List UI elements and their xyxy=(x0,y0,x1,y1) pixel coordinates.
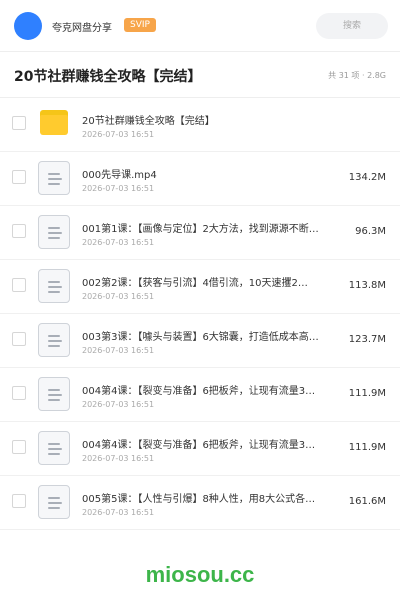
file-date: 2026-07-03 16:51 xyxy=(82,184,155,193)
row-checkbox[interactable] xyxy=(12,440,26,454)
document-icon xyxy=(38,323,70,357)
list-item[interactable]: 20节社群赚钱全攻略【完结】 2026-07-03 16:51 xyxy=(0,98,400,152)
file-size: 161.6M xyxy=(348,496,386,507)
file-size: 113.8M xyxy=(348,280,386,291)
list-item[interactable]: 002第2课：【获客与引流】4借引流，10天速攫2… 2026-07-03 16… xyxy=(0,260,400,314)
document-icon xyxy=(38,377,70,411)
file-date: 2026-07-03 16:51 xyxy=(82,346,155,355)
file-date: 2026-07-03 16:51 xyxy=(82,238,155,247)
row-checkbox[interactable] xyxy=(12,170,26,184)
brand-name: 夸克网盘分享 xyxy=(52,23,112,34)
file-name: 003第3课：【噱头与装置】6大锦囊，打造低成本高… xyxy=(82,332,319,343)
folder-header: 20节社群赚钱全攻略【完结】 共 31 项 · 2.8G xyxy=(0,52,400,98)
document-icon xyxy=(38,215,70,249)
list-item[interactable]: 000先导课.mp4 2026-07-03 16:51 134.2M xyxy=(0,152,400,206)
file-size: 111.9M xyxy=(348,388,386,399)
list-item[interactable]: 003第3课：【噱头与装置】6大锦囊，打造低成本高… 2026-07-03 16… xyxy=(0,314,400,368)
list-item[interactable]: 001第1课：【画像与定位】2大方法，找到源源不断… 2026-07-03 16… xyxy=(0,206,400,260)
file-name: 20节社群赚钱全攻略【完结】 xyxy=(82,116,215,127)
file-date: 2026-07-03 16:51 xyxy=(82,292,155,301)
svip-badge: SVIP xyxy=(124,18,156,32)
file-name: 001第1课：【画像与定位】2大方法，找到源源不断… xyxy=(82,224,319,235)
file-list: 20节社群赚钱全攻略【完结】 2026-07-03 16:51 000先导课.m… xyxy=(0,98,400,530)
row-checkbox[interactable] xyxy=(12,386,26,400)
file-size: 111.9M xyxy=(348,442,386,453)
file-size: 134.2M xyxy=(348,172,386,183)
avatar[interactable] xyxy=(14,12,42,40)
file-name: 002第2课：【获客与引流】4借引流，10天速攫2… xyxy=(82,278,308,289)
file-name: 004第4课：【裂变与准备】6把板斧，让现有流量3… xyxy=(82,440,316,451)
row-checkbox[interactable] xyxy=(12,494,26,508)
file-name: 000先导课.mp4 xyxy=(82,170,157,181)
row-checkbox[interactable] xyxy=(12,278,26,292)
file-date: 2026-07-03 16:51 xyxy=(82,400,155,409)
row-checkbox[interactable] xyxy=(12,332,26,346)
watermark-text: miosou.cc xyxy=(145,562,255,587)
document-icon xyxy=(38,431,70,465)
file-size: 96.3M xyxy=(355,226,386,237)
list-item[interactable]: 004第4课：【裂变与准备】6把板斧，让现有流量3… 2026-07-03 16… xyxy=(0,368,400,422)
list-item[interactable]: 005第5课：【人性与引爆】8种人性，用8大公式各… 2026-07-03 16… xyxy=(0,476,400,530)
file-date: 2026-07-03 16:51 xyxy=(82,508,155,517)
file-name: 005第5课：【人性与引爆】8种人性，用8大公式各… xyxy=(82,494,316,505)
document-icon xyxy=(38,161,70,195)
folder-icon xyxy=(38,107,70,141)
search-input[interactable]: 搜索 xyxy=(316,13,388,39)
item-summary: 共 31 项 · 2.8G xyxy=(328,71,386,80)
document-icon xyxy=(38,485,70,519)
document-icon xyxy=(38,269,70,303)
list-item[interactable]: 004第4课：【裂变与准备】6把板斧，让现有流量3… 2026-07-03 16… xyxy=(0,422,400,476)
file-size: 123.7M xyxy=(348,334,386,345)
row-checkbox[interactable] xyxy=(12,116,26,130)
file-date: 2026-07-03 16:51 xyxy=(82,130,155,139)
file-name: 004第4课：【裂变与准备】6把板斧，让现有流量3… xyxy=(82,386,316,397)
row-checkbox[interactable] xyxy=(12,224,26,238)
page-title: 20节社群赚钱全攻略【完结】 xyxy=(14,69,202,85)
file-date: 2026-07-03 16:51 xyxy=(82,454,155,463)
top-bar: 夸克网盘分享 SVIP 搜索 xyxy=(0,0,400,52)
